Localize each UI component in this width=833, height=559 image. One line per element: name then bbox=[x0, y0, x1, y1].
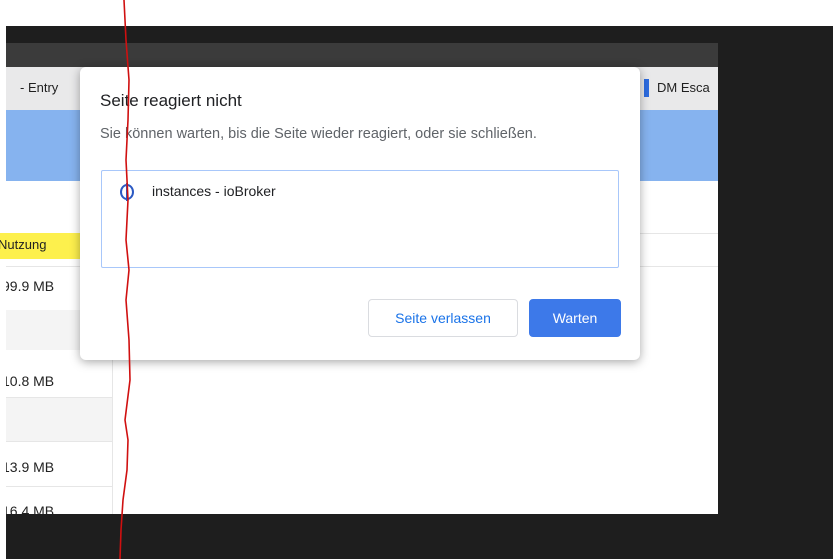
page-unresponsive-dialog: Seite reagiert nicht Sie können warten, … bbox=[80, 67, 640, 360]
tab-strip bbox=[6, 43, 718, 67]
screen-top-area bbox=[0, 0, 833, 26]
memory-value: 16.4 MB bbox=[6, 503, 55, 514]
leave-page-button[interactable]: Seite verlassen bbox=[368, 299, 518, 337]
memory-value: 13.9 MB bbox=[6, 459, 55, 475]
tab-accent-marker bbox=[644, 79, 649, 97]
memory-value: 10.8 MB bbox=[6, 373, 55, 389]
row-divider bbox=[6, 486, 112, 487]
table-row bbox=[6, 398, 112, 441]
wait-button[interactable]: Warten bbox=[529, 299, 621, 337]
tab-entry[interactable]: - Entry bbox=[20, 80, 58, 95]
iobroker-icon bbox=[120, 183, 134, 201]
page-title: instances - ioBroker bbox=[152, 183, 276, 199]
dialog-title: Seite reagiert nicht bbox=[100, 91, 242, 110]
desktop-background bbox=[718, 26, 833, 559]
dialog-message: Sie können warten, bis die Seite wieder … bbox=[100, 126, 537, 142]
unresponsive-page-list: instances - ioBroker bbox=[101, 170, 619, 268]
memory-column-header: Nutzung bbox=[0, 237, 47, 252]
tab-dm-esca-label: DM Esca bbox=[657, 80, 710, 95]
memory-value: 99.9 MB bbox=[6, 278, 55, 294]
row-divider bbox=[6, 441, 112, 442]
tab-dm-esca[interactable]: DM Esca bbox=[638, 67, 718, 110]
